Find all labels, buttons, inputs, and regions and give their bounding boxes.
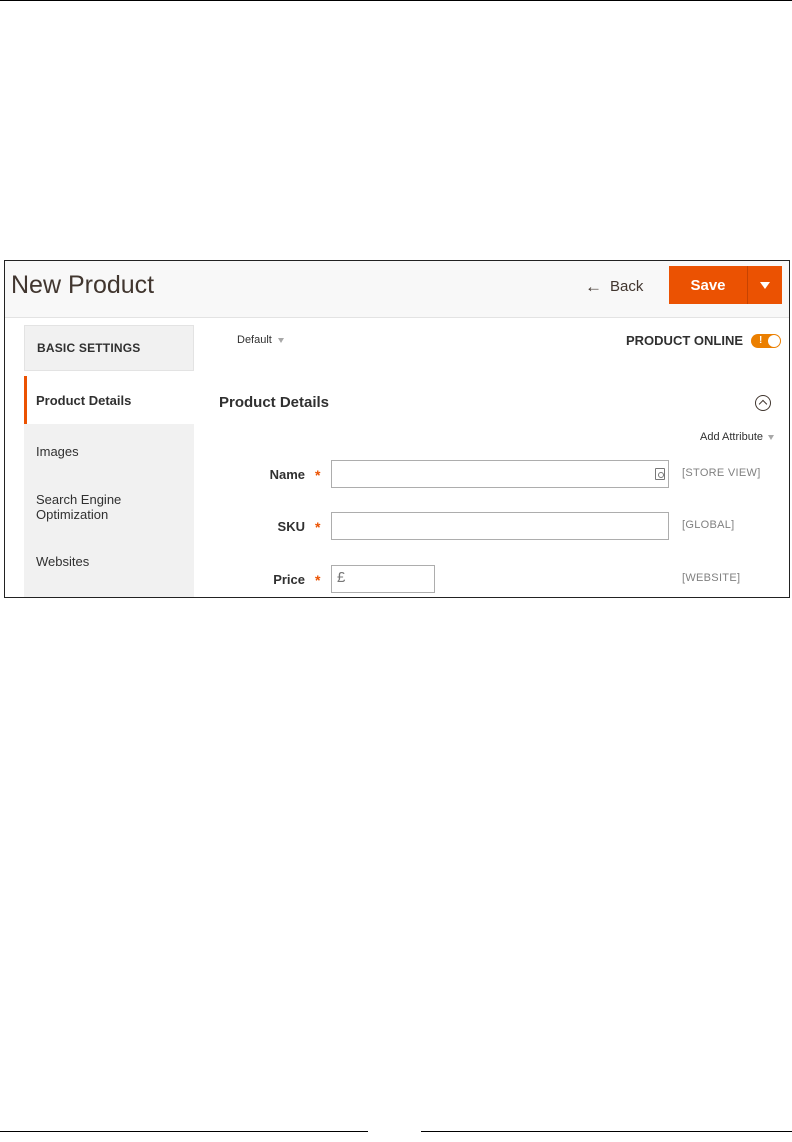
- chevron-down-icon: [277, 337, 284, 343]
- sidebar-item-images[interactable]: Images: [24, 444, 194, 459]
- back-button-label: Back: [610, 277, 644, 295]
- sidebar-item-product-details[interactable]: Product Details: [24, 376, 194, 424]
- footer-rule-right: [421, 1131, 792, 1132]
- back-button[interactable]: ← Back: [585, 275, 643, 297]
- scope-label: Default: [237, 334, 272, 346]
- add-attribute-button[interactable]: Add Attribute: [700, 431, 774, 443]
- save-split-button: Save: [669, 266, 782, 304]
- footer-rule-left: [0, 1131, 368, 1132]
- sidebar-heading: BASIC SETTINGS: [24, 325, 194, 371]
- page-top-rule: [0, 0, 792, 1]
- product-online-toggle[interactable]: !: [751, 333, 781, 348]
- save-options-toggle[interactable]: [748, 266, 782, 304]
- name-input[interactable]: [331, 460, 669, 488]
- sku-input[interactable]: [331, 512, 669, 540]
- required-asterisk: *: [315, 467, 321, 483]
- store-scope-switcher[interactable]: Default: [237, 334, 284, 346]
- product-online-label: PRODUCT ONLINE: [626, 333, 743, 348]
- chevron-down-icon: [768, 434, 774, 440]
- sidebar-item-label: Images: [36, 444, 79, 459]
- price-label: Price: [273, 572, 305, 587]
- toggle-on-mark: !: [759, 334, 763, 346]
- field-row-sku: SKU * [GLOBAL]: [5, 512, 789, 542]
- name-label: Name: [269, 467, 305, 482]
- chevron-down-icon: [760, 281, 770, 289]
- price-input[interactable]: [331, 565, 435, 593]
- field-row-name: Name * [STORE VIEW]: [5, 460, 789, 490]
- collapse-section-icon[interactable]: [755, 395, 771, 411]
- page-header: New Product ← Back Save: [5, 261, 789, 318]
- sidebar-item-label: Product Details: [36, 392, 132, 408]
- price-scope-label: [WEBSITE]: [682, 572, 741, 584]
- name-scope-label: [STORE VIEW]: [682, 467, 761, 479]
- section-title: Product Details: [219, 394, 330, 411]
- currency-symbol: £: [337, 569, 346, 586]
- sku-label: SKU: [277, 519, 305, 534]
- required-asterisk: *: [315, 519, 321, 535]
- toggle-knob: [768, 334, 780, 347]
- save-button[interactable]: Save: [669, 266, 747, 304]
- product-online-control: PRODUCT ONLINE !: [626, 333, 781, 348]
- required-asterisk: *: [315, 572, 321, 588]
- arrow-left-icon: ←: [585, 276, 602, 296]
- screenshot-frame: New Product ← Back Save BASIC SETTINGS P…: [4, 260, 790, 598]
- add-attribute-label: Add Attribute: [700, 431, 763, 443]
- contact-card-icon[interactable]: [655, 468, 665, 480]
- sku-scope-label: [GLOBAL]: [682, 519, 735, 531]
- page-title: New Product: [11, 271, 155, 299]
- field-row-price: Price * £ [WEBSITE]: [5, 565, 789, 595]
